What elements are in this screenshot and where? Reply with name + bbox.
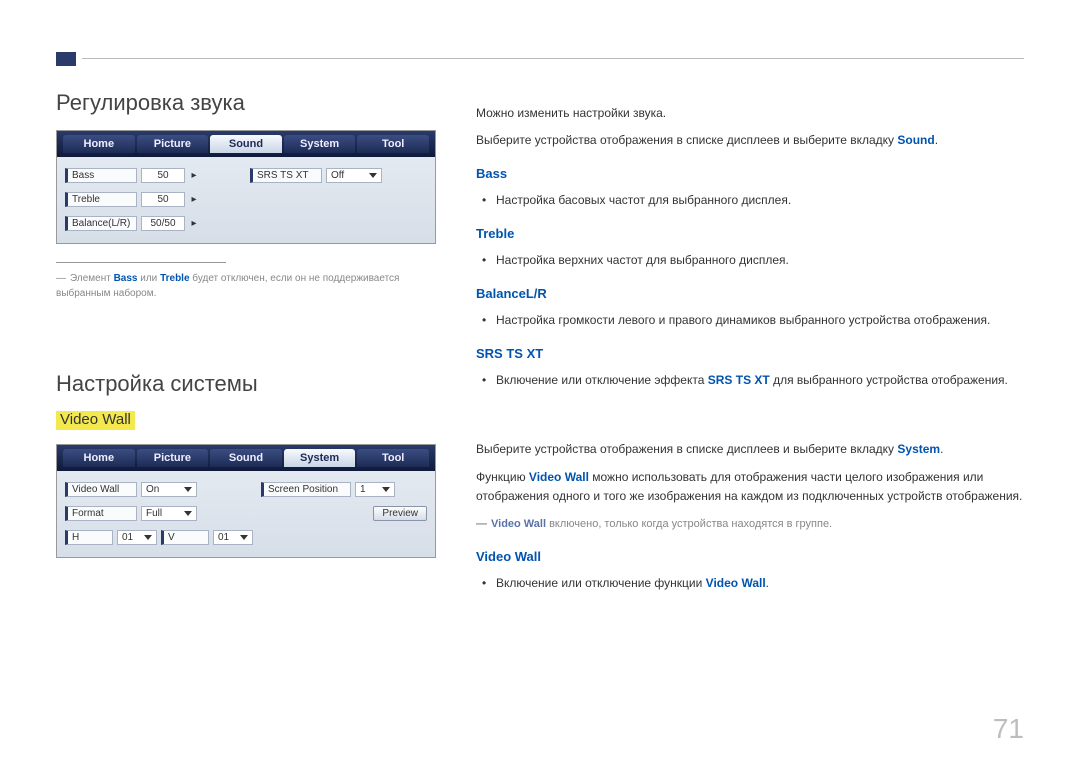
sound-right-group: SRS TS XT Off	[250, 165, 427, 233]
value-treble[interactable]: 50	[141, 192, 185, 207]
footnote-rule	[56, 262, 226, 263]
sub-balance: BalanceL/R	[476, 284, 1024, 305]
li-treble: Настройка верхних частот для выбранного …	[496, 251, 1024, 270]
page-number: 71	[993, 713, 1024, 745]
system-body: Video Wall On Format Full H 01 V 01	[57, 471, 435, 557]
tab-home[interactable]: Home	[63, 135, 135, 153]
value-balance[interactable]: 50/50	[141, 216, 185, 231]
chevron-down-icon	[144, 535, 152, 540]
row-balance: Balance(L/R) 50/50 ▸	[65, 213, 242, 233]
tab-system-2[interactable]: System	[284, 449, 356, 467]
row-treble: Treble 50 ▸	[65, 189, 242, 209]
tab-tool[interactable]: Tool	[357, 135, 429, 153]
sound-body: Bass 50 ▸ Treble 50 ▸ Balance(L/R) 50/50…	[57, 157, 435, 243]
row-screenpos: Screen Position 1	[261, 479, 427, 499]
tab-picture[interactable]: Picture	[137, 135, 209, 153]
row-videowall: Video Wall On	[65, 479, 253, 499]
li-srs: Включение или отключение эффекта SRS TS …	[496, 371, 1024, 390]
chevron-down-icon	[184, 487, 192, 492]
chevron-down-icon	[369, 173, 377, 178]
footnote-sound: ―Элемент Bass или Treble будет отключен,…	[56, 271, 436, 301]
select-format[interactable]: Full	[141, 506, 197, 521]
system-tabs: Home Picture Sound System Tool	[57, 445, 435, 471]
system-left-group: Video Wall On Format Full H 01 V 01	[65, 479, 253, 547]
sound-intro-1: Можно изменить настройки звука.	[476, 104, 1024, 123]
system-p2: Функцию Video Wall можно использовать дл…	[476, 468, 1024, 506]
select-screenpos[interactable]: 1	[355, 482, 395, 497]
tab-picture-2[interactable]: Picture	[137, 449, 209, 467]
row-preview: Preview	[261, 503, 427, 523]
sub-videowall: Video Wall	[476, 547, 1024, 568]
system-right-group: Screen Position 1 Preview	[261, 479, 427, 547]
page-content: Регулировка звука Home Picture Sound Sys…	[56, 90, 1024, 723]
tab-home-2[interactable]: Home	[63, 449, 135, 467]
select-h[interactable]: 01	[117, 530, 157, 545]
sub-srs: SRS TS XT	[476, 344, 1024, 365]
label-treble: Treble	[65, 192, 137, 207]
system-intro: Выберите устройства отображения в списке…	[476, 440, 1024, 459]
left-column: Регулировка звука Home Picture Sound Sys…	[56, 90, 436, 723]
tab-tool-2[interactable]: Tool	[357, 449, 429, 467]
system-note: ―Video Wall включено, только когда устро…	[476, 516, 1024, 534]
label-balance: Balance(L/R)	[65, 216, 137, 231]
li-bass: Настройка басовых частот для выбранного …	[496, 191, 1024, 210]
row-format: Format Full	[65, 503, 253, 523]
li-videowall: Включение или отключение функции Video W…	[496, 574, 1024, 593]
row-bass: Bass 50 ▸	[65, 165, 242, 185]
header-rule	[82, 58, 1024, 59]
select-v[interactable]: 01	[213, 530, 253, 545]
preview-button[interactable]: Preview	[373, 506, 427, 521]
label-screenpos: Screen Position	[261, 482, 351, 497]
select-videowall[interactable]: On	[141, 482, 197, 497]
label-h: H	[65, 530, 113, 545]
label-videowall: Video Wall	[65, 482, 137, 497]
chevron-down-icon	[240, 535, 248, 540]
label-bass: Bass	[65, 168, 137, 183]
chevron-down-icon	[382, 487, 390, 492]
sound-app-screenshot: Home Picture Sound System Tool Bass 50 ▸…	[56, 130, 436, 244]
tab-sound[interactable]: Sound	[210, 135, 282, 153]
row-hv: H 01 V 01	[65, 527, 253, 547]
label-v: V	[161, 530, 209, 545]
sound-intro-2: Выберите устройства отображения в списке…	[476, 131, 1024, 150]
label-srs: SRS TS XT	[250, 168, 322, 183]
system-app-screenshot: Home Picture Sound System Tool Video Wal…	[56, 444, 436, 558]
chevron-down-icon	[184, 511, 192, 516]
value-bass[interactable]: 50	[141, 168, 185, 183]
label-format: Format	[65, 506, 137, 521]
sound-tabs: Home Picture Sound System Tool	[57, 131, 435, 157]
section-title-sound: Регулировка звука	[56, 90, 436, 116]
select-srs[interactable]: Off	[326, 168, 382, 183]
sound-left-group: Bass 50 ▸ Treble 50 ▸ Balance(L/R) 50/50…	[65, 165, 242, 233]
header-accent	[56, 52, 76, 66]
tab-system[interactable]: System	[284, 135, 356, 153]
video-wall-highlight: Video Wall	[56, 411, 135, 430]
row-srs: SRS TS XT Off	[250, 165, 427, 185]
tab-sound-2[interactable]: Sound	[210, 449, 282, 467]
sub-bass: Bass	[476, 164, 1024, 185]
right-column: Можно изменить настройки звука. Выберите…	[476, 90, 1024, 723]
sub-treble: Treble	[476, 224, 1024, 245]
li-balance: Настройка громкости левого и правого дин…	[496, 311, 1024, 330]
section-title-system: Настройка системы	[56, 371, 436, 397]
